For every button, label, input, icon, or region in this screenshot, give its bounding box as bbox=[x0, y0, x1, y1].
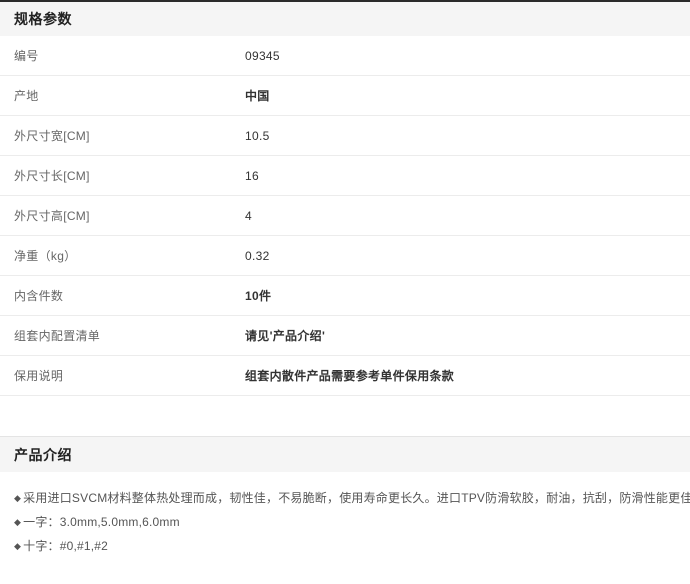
spec-table: 编号09345产地中国外尺寸宽[CM]10.5外尺寸长[CM]16外尺寸高[CM… bbox=[0, 36, 690, 396]
spec-row: 内含件数10件 bbox=[0, 276, 690, 316]
spec-row: 外尺寸长[CM]16 bbox=[0, 156, 690, 196]
intro-bullet-line: ◆采用进口SVCM材料整体热处理而成，韧性佳，不易脆断，使用寿命更长久。进口TP… bbox=[14, 486, 676, 510]
intro-section-header: 产品介绍 bbox=[0, 436, 690, 472]
spec-row-value: 组套内散件产品需要参考单件保用条款 bbox=[245, 367, 454, 384]
spec-row-label: 净重（kg） bbox=[14, 247, 245, 264]
spec-row-label: 外尺寸长[CM] bbox=[14, 167, 245, 184]
intro-bullet-line: ◆一字：3.0mm,5.0mm,6.0mm bbox=[14, 510, 676, 534]
section-gap bbox=[0, 396, 690, 436]
spec-section-header: 规格参数 bbox=[0, 0, 690, 36]
intro-bullet-line: ◆十字：#0,#1,#2 bbox=[14, 534, 676, 558]
intro-bullet-text: 一字：3.0mm,5.0mm,6.0mm bbox=[23, 515, 180, 529]
intro-bullet-text: 采用进口SVCM材料整体热处理而成，韧性佳，不易脆断，使用寿命更长久。进口TPV… bbox=[23, 491, 690, 505]
spec-row-value: 09345 bbox=[245, 49, 280, 63]
spec-row: 净重（kg）0.32 bbox=[0, 236, 690, 276]
spec-row-label: 产地 bbox=[14, 87, 245, 104]
diamond-bullet-icon: ◆ bbox=[14, 510, 21, 534]
spec-row-value: 请见'产品介绍' bbox=[245, 327, 325, 344]
spec-row-label: 内含件数 bbox=[14, 287, 245, 304]
spec-row-label: 编号 bbox=[14, 47, 245, 64]
diamond-bullet-icon: ◆ bbox=[14, 486, 21, 510]
spec-row-value: 10件 bbox=[245, 287, 271, 304]
intro-bullet-text: 十字：#0,#1,#2 bbox=[23, 539, 108, 553]
spec-row-value: 中国 bbox=[245, 87, 270, 104]
spec-row: 外尺寸宽[CM]10.5 bbox=[0, 116, 690, 156]
spec-row-label: 保用说明 bbox=[14, 367, 245, 384]
spec-row: 组套内配置清单请见'产品介绍' bbox=[0, 316, 690, 356]
spec-row-label: 组套内配置清单 bbox=[14, 327, 245, 344]
spec-row-value: 4 bbox=[245, 209, 252, 223]
intro-body: ◆采用进口SVCM材料整体热处理而成，韧性佳，不易脆断，使用寿命更长久。进口TP… bbox=[0, 472, 690, 558]
spec-row-value: 16 bbox=[245, 169, 259, 183]
spec-row: 产地中国 bbox=[0, 76, 690, 116]
spec-row: 外尺寸高[CM]4 bbox=[0, 196, 690, 236]
spec-row: 编号09345 bbox=[0, 36, 690, 76]
intro-section: 产品介绍 ◆采用进口SVCM材料整体热处理而成，韧性佳，不易脆断，使用寿命更长久… bbox=[0, 436, 690, 558]
spec-section-title: 规格参数 bbox=[14, 9, 72, 29]
spec-section: 规格参数 编号09345产地中国外尺寸宽[CM]10.5外尺寸长[CM]16外尺… bbox=[0, 0, 690, 396]
diamond-bullet-icon: ◆ bbox=[14, 534, 21, 558]
spec-row-label: 外尺寸高[CM] bbox=[14, 207, 245, 224]
spec-row-label: 外尺寸宽[CM] bbox=[14, 127, 245, 144]
intro-section-title: 产品介绍 bbox=[14, 445, 72, 465]
spec-row-value: 0.32 bbox=[245, 249, 270, 263]
spec-row: 保用说明组套内散件产品需要参考单件保用条款 bbox=[0, 356, 690, 396]
spec-row-value: 10.5 bbox=[245, 129, 270, 143]
